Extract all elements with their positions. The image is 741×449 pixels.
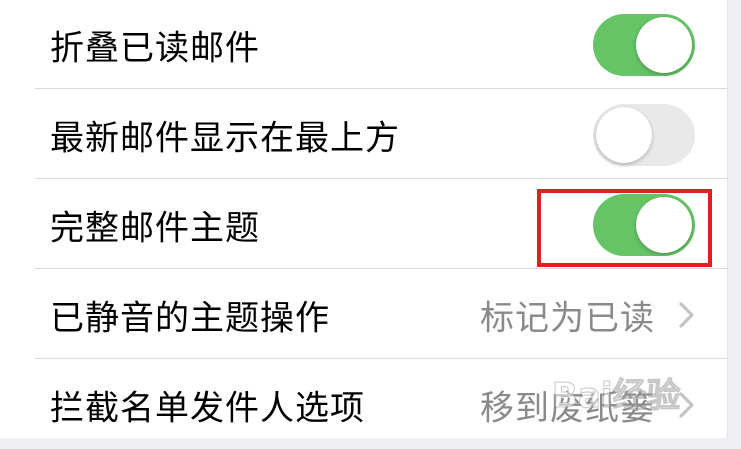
collapse-read-messages-toggle[interactable]	[593, 13, 695, 76]
mail-settings-list: 折叠已读邮件 最新邮件显示在最上方 完整邮件主题 已静音的主题操作 标记为已读 …	[0, 0, 728, 438]
complete-threads-toggle[interactable]	[593, 193, 695, 256]
row-value: 标记为已读	[480, 298, 655, 338]
row-label: 完整邮件主题	[50, 208, 260, 248]
row-value: 移到废纸篓	[480, 388, 655, 428]
row-muted-thread-action[interactable]: 已静音的主题操作 标记为已读	[0, 270, 727, 359]
divider	[35, 88, 727, 89]
row-collapse-read-messages: 折叠已读邮件	[0, 0, 727, 89]
row-label: 最新邮件显示在最上方	[50, 118, 400, 158]
chevron-right-icon	[679, 391, 694, 418]
toggle-knob	[636, 196, 692, 253]
toggle-knob	[636, 16, 692, 73]
row-label: 折叠已读邮件	[50, 28, 260, 68]
chevron-right-icon	[679, 301, 694, 328]
divider	[35, 178, 727, 179]
row-label: 已静音的主题操作	[50, 298, 330, 338]
row-label: 拦截名单发件人选项	[50, 388, 365, 428]
row-blocked-sender-options[interactable]: 拦截名单发件人选项 移到废纸篓	[0, 360, 727, 449]
most-recent-on-top-toggle[interactable]	[593, 103, 695, 166]
divider	[35, 268, 727, 269]
divider	[35, 358, 727, 359]
row-complete-threads: 完整邮件主题	[0, 180, 727, 269]
toggle-knob	[596, 106, 652, 163]
row-most-recent-on-top: 最新邮件显示在最上方	[0, 90, 727, 179]
